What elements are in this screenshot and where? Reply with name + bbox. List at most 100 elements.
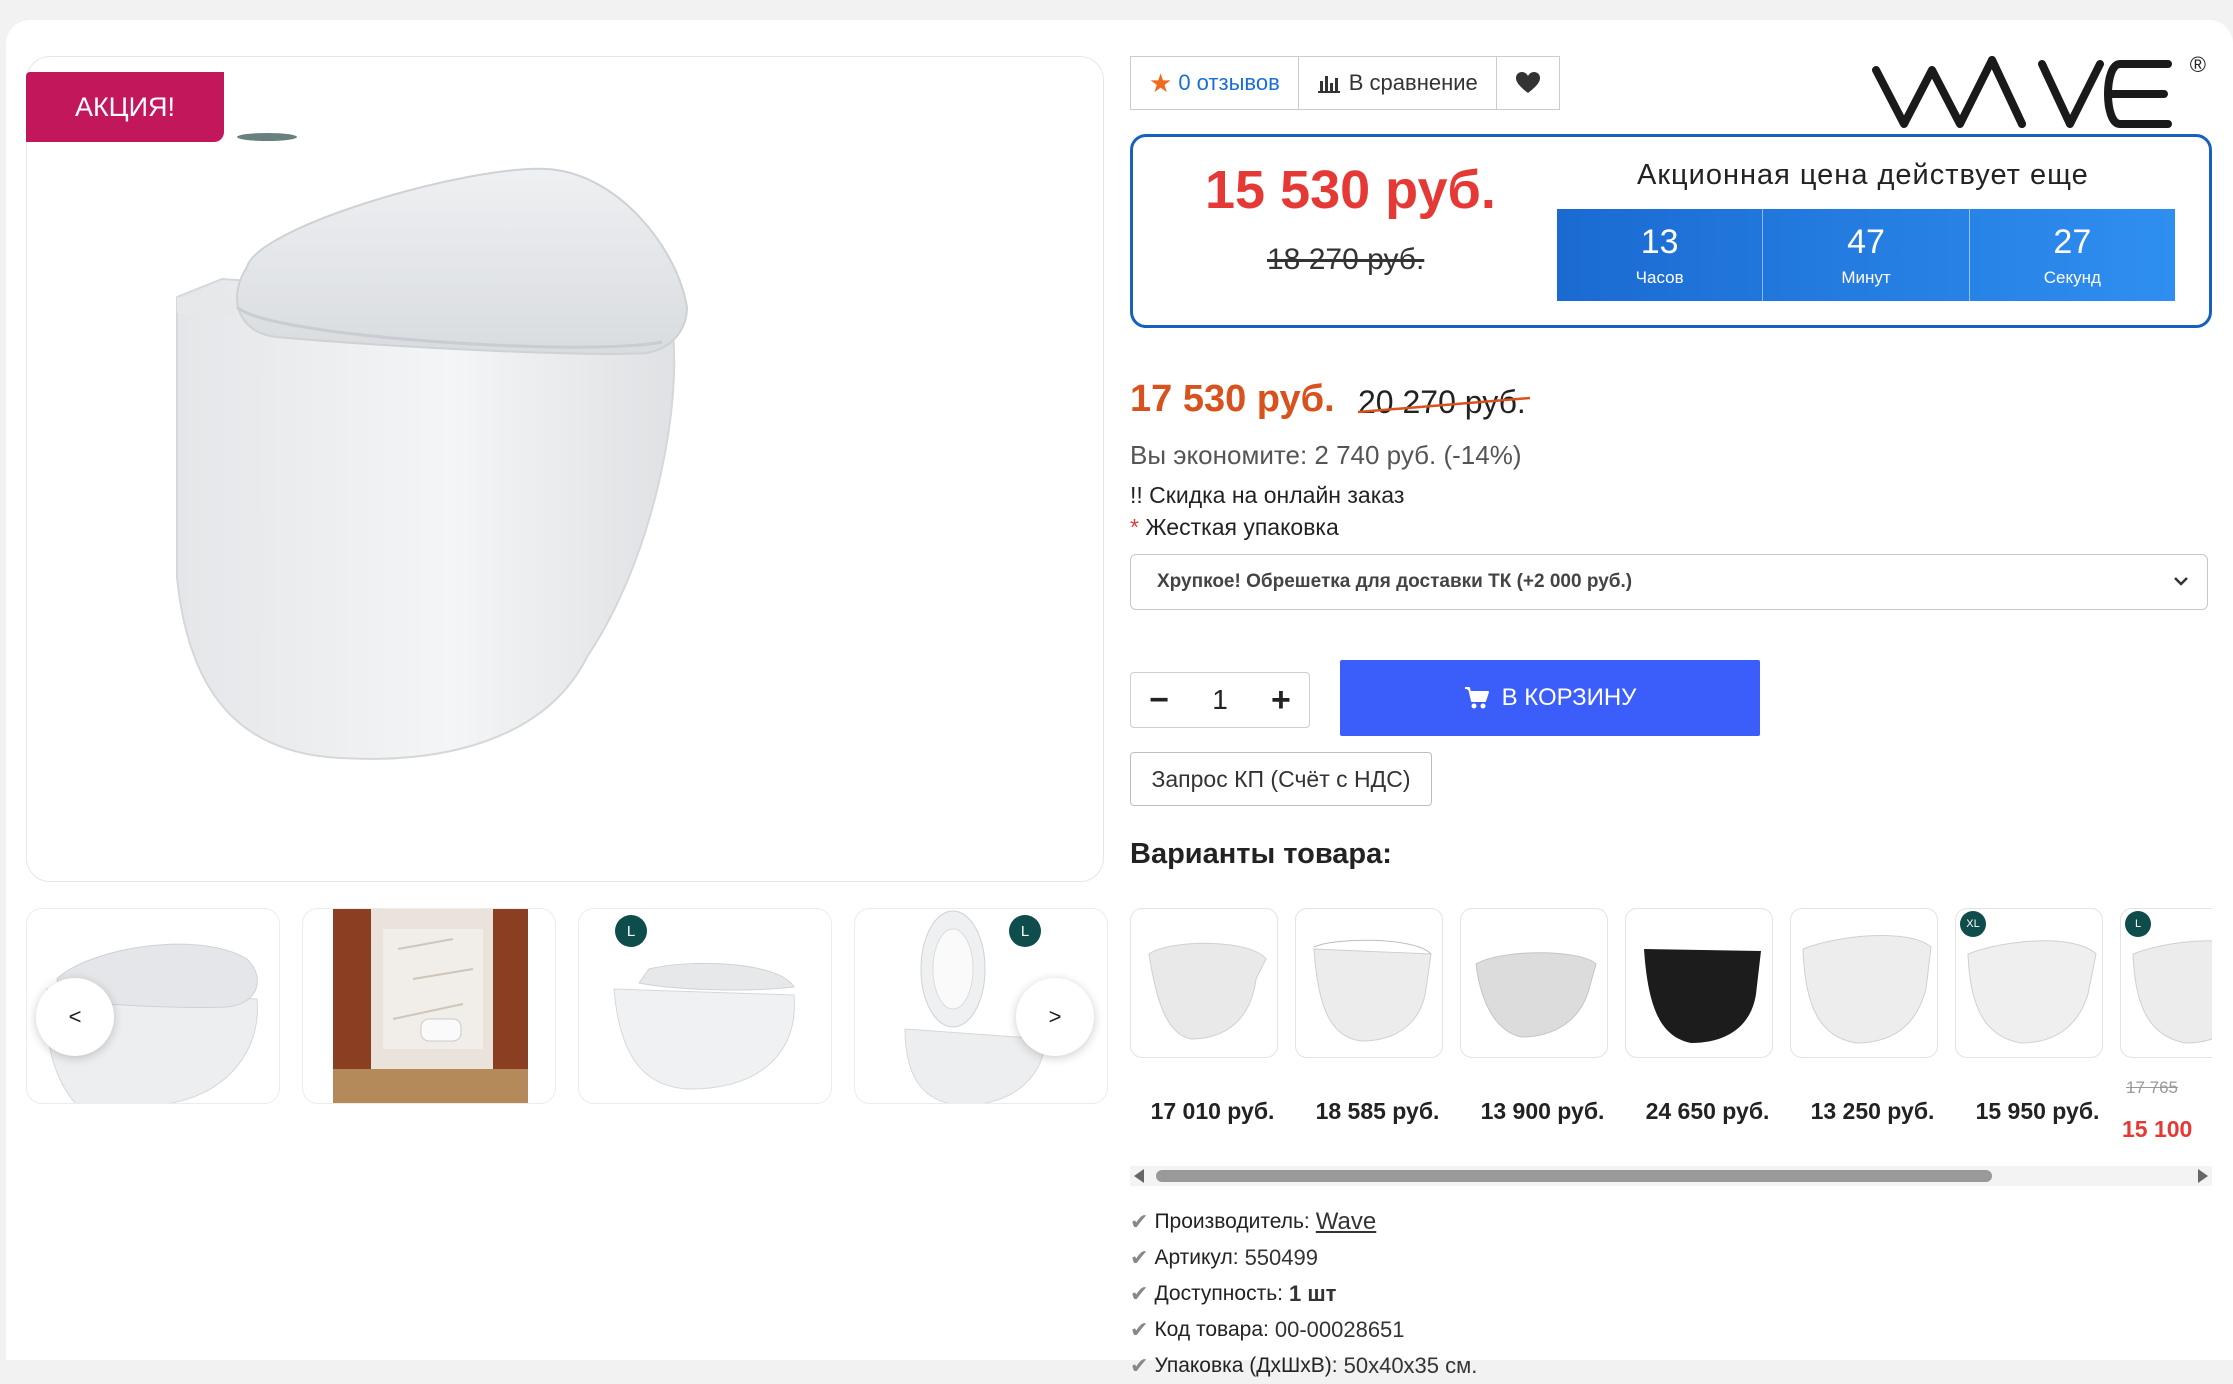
check-icon: ✔	[1130, 1353, 1149, 1378]
spec-value: 1 шт	[1288, 1281, 1337, 1306]
brand-logo[interactable]: ®	[1872, 50, 2212, 132]
reviews-button[interactable]: ★ 0 отзывов	[1130, 56, 1299, 110]
thumbnail-bathroom-image	[333, 909, 528, 1103]
favorite-button[interactable]	[1495, 56, 1560, 110]
quantity-decrease-button[interactable]: −	[1131, 673, 1187, 727]
timer-seconds-value: 27	[2053, 222, 2092, 261]
promo-title: Акционная цена действует еще	[1637, 159, 2089, 191]
product-page: АКЦИЯ! L L < > ★ 0 отзывов В сравнение ®…	[6, 20, 2233, 1378]
size-badge: XL	[1960, 911, 1986, 937]
spec-label: Доступность:	[1154, 1282, 1283, 1305]
packaging-select[interactable]: Хрупкое! Обрешетка для доставки ТК (+2 0…	[1130, 554, 2208, 610]
check-icon: ✔	[1130, 1245, 1149, 1270]
variant-card[interactable]	[1790, 908, 1938, 1058]
cart-icon	[1464, 687, 1489, 709]
timer-minutes-value: 47	[1847, 222, 1885, 261]
timer-seconds: 27 Секунд	[1970, 209, 2175, 301]
timer-seconds-label: Секунд	[2043, 267, 2101, 287]
size-badge: L	[1009, 915, 1041, 947]
spec-product-code: ✔ Код товара: 00-00028651	[1130, 1312, 1477, 1348]
size-badge: L	[2125, 911, 2151, 937]
gallery-next-button[interactable]: >	[1016, 978, 1094, 1056]
promo-price: 15 530 руб.	[1205, 160, 1496, 220]
spec-value: 00-00028651	[1274, 1317, 1405, 1342]
variant-card[interactable]	[1625, 908, 1773, 1058]
wave-logo	[1872, 56, 2172, 128]
current-price: 17 530 руб.	[1130, 378, 1335, 420]
variant-image	[1802, 935, 1932, 1044]
quantity-stepper: − 1 +	[1130, 672, 1310, 728]
variant-image	[1313, 939, 1432, 1042]
packaging-selected-value: Хрупкое! Обрешетка для доставки ТК (+2 0…	[1157, 571, 1633, 592]
star-icon: ★	[1149, 67, 1173, 98]
quantity-increase-button[interactable]: +	[1253, 673, 1309, 727]
spec-label: Код товара:	[1154, 1318, 1269, 1341]
quantity-input[interactable]: 1	[1212, 684, 1228, 716]
packaging-label: * Жесткая упаковка	[1130, 514, 1339, 541]
countdown-timer: 13 Часов 47 Минут 27 Секунд	[1557, 209, 2175, 301]
variant-price: 13 250 руб.	[1810, 1098, 1935, 1124]
variant-image	[1475, 952, 1597, 1038]
variant-card[interactable]: L	[2120, 908, 2212, 1058]
savings-text: Вы экономите: 2 740 руб. (-14%)	[1130, 440, 1522, 470]
specs-list: ✔ Производитель: Wave ✔ Артикул: 550499 …	[1130, 1204, 1477, 1384]
spec-availability: ✔ Доступность: 1 шт	[1130, 1276, 1477, 1312]
chevron-down-icon	[2174, 577, 2188, 586]
promo-countdown-box: 15 530 руб. 18 270 руб. Акционная цена д…	[1130, 134, 2212, 328]
spec-label: Артикул:	[1154, 1246, 1239, 1269]
registered-mark: ®	[2189, 52, 2206, 77]
variant-card[interactable]	[1460, 908, 1608, 1058]
toilet-illustration	[176, 133, 689, 760]
variant-price: 17 010 руб.	[1150, 1098, 1275, 1124]
request-quote-button[interactable]: Запрос КП (Счёт с НДС)	[1130, 752, 1432, 806]
variant-price: 13 900 руб.	[1480, 1098, 1605, 1124]
scroll-left-icon[interactable]	[1134, 1169, 1144, 1183]
timer-minutes-label: Минут	[1841, 267, 1891, 287]
product-action-bar: ★ 0 отзывов В сравнение	[1130, 56, 1560, 110]
timer-hours: 13 Часов	[1557, 209, 1764, 301]
spec-value: 550499	[1244, 1245, 1318, 1270]
gallery-prev-button[interactable]: <	[36, 978, 114, 1056]
spec-article: ✔ Артикул: 550499	[1130, 1240, 1477, 1276]
add-to-cart-label: В КОРЗИНУ	[1501, 684, 1637, 711]
thumbnail-3[interactable]: L	[578, 908, 832, 1104]
variant-price: 15 100	[2122, 1116, 2193, 1142]
spec-value: 50x40x35 см.	[1343, 1353, 1478, 1378]
variants-scrollbar[interactable]	[1130, 1166, 2212, 1186]
variant-old-price: 17 765	[2126, 1078, 2178, 1097]
spec-label: Производитель:	[1154, 1210, 1310, 1233]
heart-icon	[1515, 72, 1540, 93]
variants-title: Варианты товара:	[1130, 838, 1392, 870]
promo-badge: АКЦИЯ!	[26, 72, 224, 142]
timer-hours-label: Часов	[1635, 267, 1684, 287]
variant-price: 15 950 руб.	[1975, 1098, 2100, 1124]
timer-minutes: 47 Минут	[1763, 209, 1970, 301]
variant-price: 18 585 руб.	[1315, 1098, 1440, 1124]
thumbnail-strip: L L < >	[26, 908, 1108, 1104]
thumbnail-2[interactable]	[302, 908, 556, 1104]
timer-hours-value: 13	[1640, 222, 1679, 261]
variant-card[interactable]: XL	[1955, 908, 2103, 1058]
spec-manufacturer: ✔ Производитель: Wave	[1130, 1204, 1477, 1240]
reviews-link[interactable]: 0 отзывов	[1178, 70, 1279, 96]
variant-image	[1644, 949, 1761, 1043]
spec-packaging-size: ✔ Упаковка (ДхШхВ): 50x40x35 см.	[1130, 1348, 1477, 1384]
scrollbar-thumb[interactable]	[1156, 1170, 1992, 1182]
variant-price: 24 650 руб.	[1645, 1098, 1770, 1124]
main-product-image[interactable]	[26, 56, 1104, 882]
check-icon: ✔	[1130, 1317, 1149, 1342]
compare-button[interactable]: В сравнение	[1297, 56, 1497, 110]
check-icon: ✔	[1130, 1209, 1149, 1234]
variant-card[interactable]	[1130, 908, 1278, 1058]
scroll-right-icon[interactable]	[2198, 1169, 2208, 1183]
check-icon: ✔	[1130, 1281, 1149, 1306]
online-discount-note: !! Скидка на онлайн заказ	[1130, 482, 1405, 508]
variant-image	[1148, 942, 1267, 1040]
manufacturer-link[interactable]: Wave	[1316, 1208, 1376, 1236]
variant-card[interactable]	[1295, 908, 1443, 1058]
required-asterisk: *	[1130, 514, 1139, 540]
variants-carousel: XL L 17 010 руб. 18 585 руб. 13 900 руб.…	[1130, 908, 2212, 1158]
packaging-label-text: Жесткая упаковка	[1145, 514, 1339, 540]
size-badge: L	[615, 915, 647, 947]
add-to-cart-button[interactable]: В КОРЗИНУ	[1340, 660, 1760, 736]
